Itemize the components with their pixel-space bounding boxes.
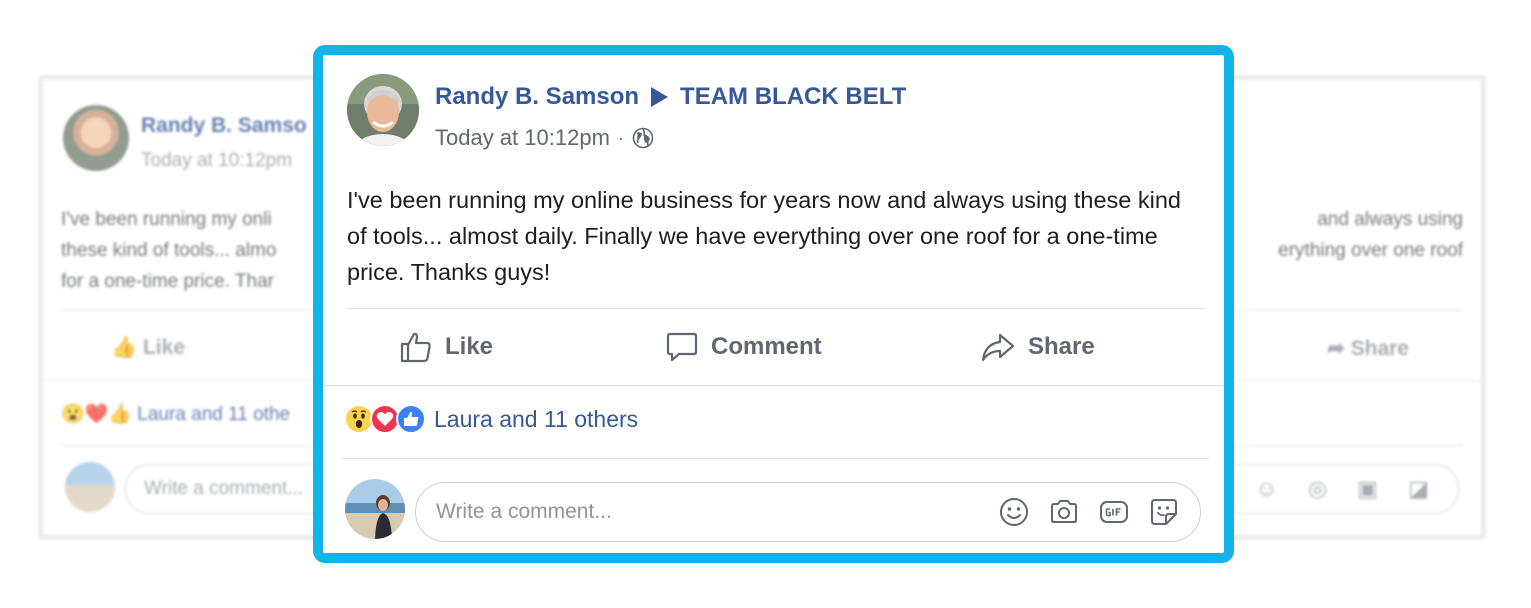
background-like-text: Like xyxy=(142,336,186,359)
speech-bubble-icon xyxy=(666,332,698,362)
post-card: Randy B. Samson TEAM BLACK BELT Today at… xyxy=(323,55,1224,553)
background-avatar xyxy=(63,105,129,171)
background-like-label: 👍 Like xyxy=(111,336,186,359)
background-comment-placeholder: Write a comment... xyxy=(144,478,304,499)
background-comment-icons: ☺ ◎ ▣ ◪ xyxy=(1255,476,1441,501)
divider xyxy=(342,458,1209,459)
post-body-text: I've been running my online business for… xyxy=(347,187,1181,285)
background-text-line: these kind of tools... almo xyxy=(61,240,277,261)
background-post-text-right: and always using erything over one roof xyxy=(1203,204,1463,266)
background-text-line: for a one-time price. Thar xyxy=(61,271,274,292)
comment-input[interactable] xyxy=(436,500,980,524)
background-share-label: ➦ Share xyxy=(1327,337,1409,360)
meta-separator: · xyxy=(617,127,624,148)
post-timestamp[interactable]: Today at 10:12pm xyxy=(435,125,610,151)
background-reaction-text: Laura and 11 othe xyxy=(137,404,291,425)
thumbs-up-icon xyxy=(400,332,431,363)
comment-label: Comment xyxy=(711,333,822,360)
post-actions-bar: Like Comment Share xyxy=(347,309,1204,385)
comment-field[interactable] xyxy=(415,482,1201,542)
sticker-icon[interactable] xyxy=(1148,496,1180,528)
group-name-link[interactable]: TEAM BLACK BELT xyxy=(680,83,906,111)
reaction-count-link[interactable]: Laura and 11 others xyxy=(434,406,638,433)
camera-icon[interactable] xyxy=(1048,496,1080,528)
background-text-line: erything over one roof xyxy=(1278,240,1463,261)
emoji-icon[interactable] xyxy=(998,496,1030,528)
reaction-summary[interactable]: Laura and 11 others xyxy=(344,404,638,434)
background-share-text: Share xyxy=(1350,337,1409,360)
background-timestamp: Today at 10:12pm xyxy=(141,150,293,171)
commenter-avatar xyxy=(345,479,405,539)
background-text-line: I've been running my onli xyxy=(61,209,272,230)
post-header: Randy B. Samson TEAM BLACK BELT xyxy=(435,83,906,111)
like-button[interactable]: Like xyxy=(399,309,493,385)
background-post-text-left: I've been running my onli these kind of … xyxy=(61,204,321,297)
background-text-line: and always using xyxy=(1317,209,1463,230)
comment-button[interactable]: Comment xyxy=(665,309,822,385)
share-label: Share xyxy=(1028,333,1095,360)
share-arrow-icon xyxy=(981,333,1015,362)
background-reaction-summary: 😮❤️👍 Laura and 11 othe xyxy=(61,404,291,425)
like-reaction-icon xyxy=(396,404,426,434)
author-name-link[interactable]: Randy B. Samson xyxy=(435,83,639,111)
comment-tools xyxy=(980,496,1180,528)
post-meta: Today at 10:12pm · xyxy=(435,125,654,151)
gif-icon[interactable] xyxy=(1098,496,1130,528)
arrow-right-icon xyxy=(651,87,669,107)
like-label: Like xyxy=(445,333,494,360)
share-button[interactable]: Share xyxy=(980,309,1095,385)
background-author-name: Randy B. Samso xyxy=(141,114,307,137)
background-comment-avatar xyxy=(65,462,115,512)
divider xyxy=(323,385,1224,386)
author-avatar[interactable] xyxy=(347,74,419,146)
globe-icon[interactable] xyxy=(632,127,654,149)
